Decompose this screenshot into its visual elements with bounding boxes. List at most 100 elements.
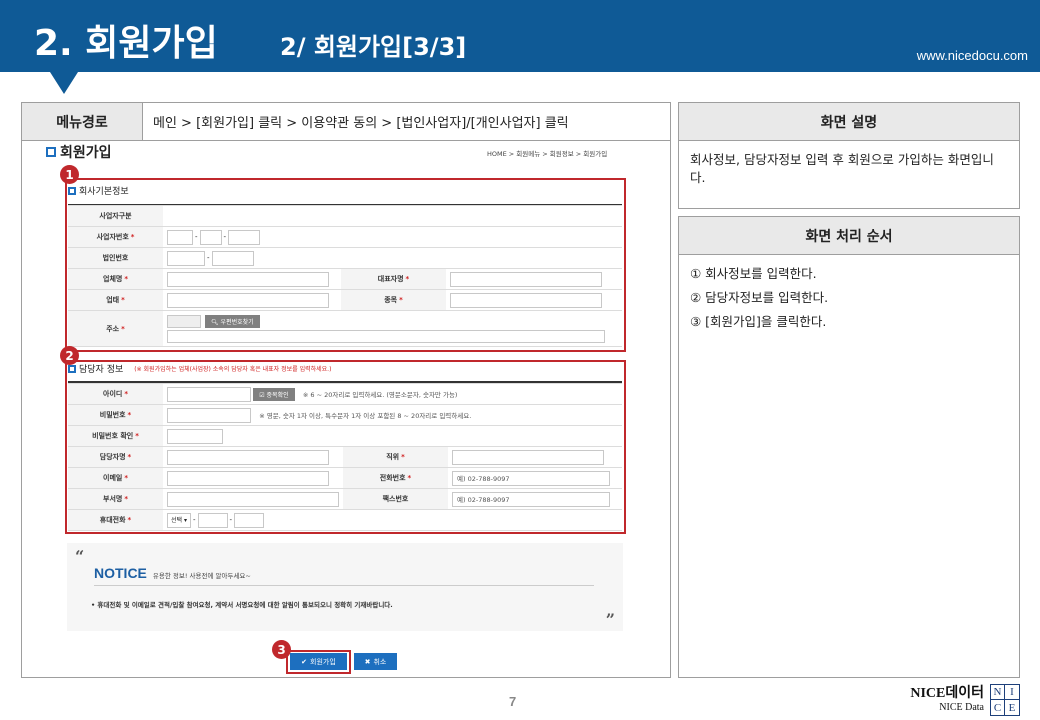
company-logo: NICE데이터 NICE Data NICE (910, 684, 1020, 716)
mobile-prefix-select[interactable]: 선택 ▾ (167, 512, 191, 528)
manager-info-table: 아이디 * ☑︎ 중복확인 ※ 6 ~ 20자리로 입력하세요. (영문소문자, … (68, 383, 622, 531)
header-notch (50, 72, 78, 94)
field-label: 업태 * (68, 289, 163, 311)
table-row: 법인번호 - (68, 247, 622, 269)
menu-path-label: 메뉴경로 (22, 103, 143, 140)
biz-item-input[interactable] (450, 292, 602, 308)
manager-name-input[interactable] (167, 449, 329, 465)
process-step: ③ [회원가입]을 클릭한다. (690, 314, 827, 329)
close-quote-icon: ” (605, 610, 615, 629)
field-label: 종목 * (341, 289, 446, 311)
notice-text: • 휴대전화 및 이메일로 견적/입찰 참여요청, 계약서 서명요청에 대한 알… (91, 601, 393, 609)
table-row: 이메일 * 전화번호 * 예) 02-788-9097 (68, 467, 622, 489)
description-text: 회사정보, 담당자정보 입력 후 회원으로 가입하는 화면입니다. (690, 152, 994, 185)
field-label: 사업자번호 * (68, 226, 163, 248)
zipcode-input[interactable] (167, 314, 201, 328)
field-label: 직위 * (343, 446, 448, 468)
cancel-button[interactable]: ✖ 취소 (354, 653, 397, 670)
field-label: 대표자명 * (341, 268, 446, 290)
section-title-company: 회사기본정보 (68, 184, 129, 197)
form-title-text: 회원가입 (60, 145, 112, 161)
notice-divider (94, 585, 594, 586)
field-label: 사업자구분 (68, 205, 163, 227)
process-steps: ① 회사정보를 입력한다. ② 담당자정보를 입력한다. ③ [회원가입]을 클… (679, 255, 1019, 347)
biz-no-input-3[interactable] (228, 229, 261, 245)
biz-no-input-2[interactable] (199, 229, 222, 245)
process-title: 화면 처리 순서 (679, 217, 1019, 255)
notice-box: “ NOTICE 유용한 정보! 사용전에 알아두세요~ • 휴대전화 및 이메… (67, 543, 623, 631)
notice-title: NOTICE (94, 565, 147, 581)
address-detail-input[interactable] (167, 329, 605, 343)
field-label: 이메일 * (68, 467, 163, 489)
password-hint: ※ 영문, 숫자 1자 이상, 특수문자 1자 이상 포함된 8 ~ 20자리로… (259, 412, 472, 420)
ceo-name-input[interactable] (450, 271, 602, 287)
open-quote-icon: “ (75, 547, 85, 566)
user-id-input[interactable] (167, 386, 251, 402)
fax-input[interactable]: 예) 02-788-9097 (452, 491, 610, 507)
square-bullet-icon (46, 147, 56, 157)
duplicate-check-button[interactable]: ☑︎ 중복확인 (253, 387, 295, 401)
process-panel: 화면 처리 순서 ① 회사정보를 입력한다. ② 담당자정보를 입력한다. ③ … (678, 216, 1020, 678)
table-row: 휴대전화 * 선택 ▾ - - (68, 509, 622, 531)
process-step: ② 담당자정보를 입력한다. (690, 290, 829, 305)
notice-subtitle: 유용한 정보! 사용전에 알아두세요~ (152, 572, 251, 580)
page-subtitle: 2/ 회원가입[3/3] (280, 33, 467, 61)
field-label: 담당자명 * (68, 446, 163, 468)
company-name-input[interactable] (167, 271, 329, 287)
step-badge-1: 1 (60, 165, 79, 184)
square-bullet-icon (68, 186, 76, 195)
position-input[interactable] (452, 449, 604, 465)
page-number: 7 (509, 694, 517, 709)
field-label: 비밀번호 확인 * (68, 425, 163, 447)
mobile-input-2[interactable] (197, 512, 228, 528)
password-input[interactable] (167, 407, 251, 423)
table-row: 비밀번호 확인 * (68, 425, 622, 447)
dept-input[interactable] (167, 491, 339, 507)
process-step: ① 회사정보를 입력한다. (690, 266, 817, 281)
field-label: 법인번호 (68, 247, 163, 269)
join-button[interactable]: ✔ 회원가입 (290, 653, 347, 670)
mobile-input-3[interactable] (234, 512, 265, 528)
table-row: 사업자구분 (68, 205, 622, 227)
form-title: 회원가입 (46, 142, 112, 162)
corp-no-input-2[interactable] (211, 250, 254, 266)
biz-kind-input[interactable] (167, 292, 329, 308)
password-confirm-input[interactable] (167, 428, 223, 444)
menu-path-row: 메뉴경로 메인 > [회원가입] 클릭 > 이용약관 동의 > [법인사업자]/… (22, 103, 670, 141)
corp-no-input-1[interactable] (167, 250, 205, 266)
logo-main-text: NICE데이터 (910, 686, 984, 701)
table-row: 사업자번호 * -- (68, 226, 622, 248)
field-label: 주소 * (68, 310, 163, 347)
description-panel: 화면 설명 회사정보, 담당자정보 입력 후 회원으로 가입하는 화면입니다. (678, 102, 1020, 209)
field-label: 전화번호 * (343, 467, 448, 489)
field-label: 부서명 * (68, 488, 163, 510)
phone-input[interactable]: 예) 02-788-9097 (452, 470, 610, 486)
header-bar: 2. 회원가입 2/ 회원가입[3/3] www.nicedocu.com (0, 0, 1040, 72)
logo-mark: NICE (990, 684, 1020, 716)
biz-type-value (163, 205, 622, 227)
table-row: 비밀번호 * ※ 영문, 숫자 1자 이상, 특수문자 1자 이상 포함된 8 ~… (68, 404, 622, 426)
site-url: www.nicedocu.com (916, 48, 1028, 63)
table-row: 업태 * 종목 * (68, 289, 622, 311)
email-input[interactable] (167, 470, 329, 486)
field-label: 팩스번호 (343, 488, 448, 510)
zipcode-search-button[interactable]: 🔍︎ 우편번호찾기 (205, 314, 260, 328)
biz-no-input-1[interactable] (167, 229, 193, 245)
table-row: 주소 * 🔍︎ 우편번호찾기 (68, 310, 622, 347)
description-title: 화면 설명 (679, 103, 1019, 141)
table-row: 업체명 * 대표자명 * (68, 268, 622, 290)
logo-sub-text: NICE Data (939, 702, 984, 713)
field-label: 아이디 * (68, 383, 163, 405)
notice-header: NOTICE 유용한 정보! 사용전에 알아두세요~ (94, 565, 251, 581)
section-note: (※ 회원가입하는 업체(사업장) 소속의 담당자 혹은 내표자 정보를 입력하… (134, 366, 332, 373)
field-label: 휴대전화 * (68, 509, 163, 531)
check-icon: ✔ (301, 657, 308, 666)
field-label: 업체명 * (68, 268, 163, 290)
menu-path-text: 메인 > [회원가입] 클릭 > 이용약관 동의 > [법인사업자]/[개인사업… (153, 116, 569, 131)
table-row: 부서명 * 팩스번호 예) 02-788-9097 (68, 488, 622, 510)
section-title-company-text: 회사기본정보 (79, 187, 129, 197)
page-title: 2. 회원가입 (34, 23, 218, 64)
breadcrumb: HOME > 회원메뉴 > 회원정보 > 회원가입 (487, 150, 608, 158)
square-bullet-icon (68, 364, 76, 373)
company-info-table: 사업자구분 사업자번호 * -- 법인번호 - 업체명 * 대표자명 * 업태 * 종목… (68, 205, 622, 347)
